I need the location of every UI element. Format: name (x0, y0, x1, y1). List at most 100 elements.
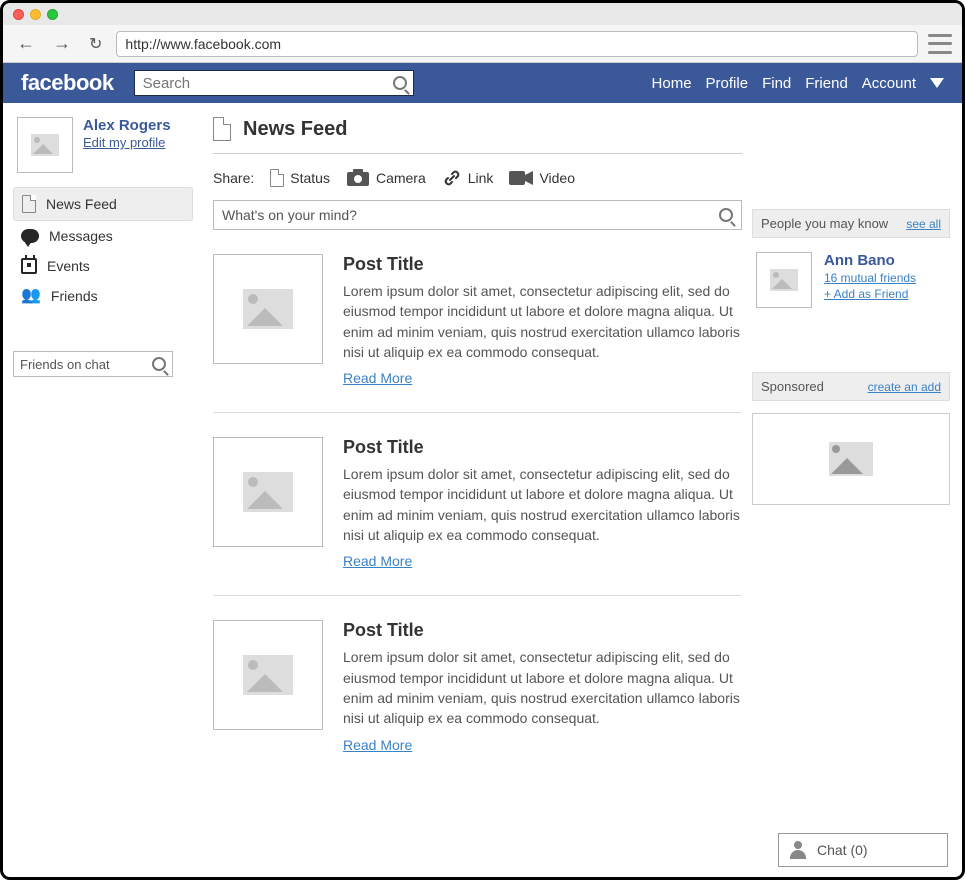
share-option-label: Video (539, 170, 575, 186)
see-all-link[interactable]: see all (906, 217, 941, 231)
page-title: News Feed (243, 118, 347, 141)
post-title: Post Title (343, 437, 742, 458)
friend-suggestion: Ann Bano 16 mutual friends + Add as Frie… (752, 238, 950, 322)
right-sidebar: People you may know see all Ann Bano 16 … (752, 103, 962, 874)
browser-toolbar: ← → ↻ http://www.facebook.com (3, 25, 962, 63)
content-area: Alex Rogers Edit my profile News Feed Me… (3, 103, 962, 874)
document-icon (270, 169, 284, 187)
share-link[interactable]: Link (442, 168, 494, 188)
read-more-link[interactable]: Read More (343, 370, 412, 386)
friends-chat-search[interactable]: Friends on chat (13, 351, 173, 377)
document-icon (213, 117, 231, 141)
back-button[interactable]: ← (13, 33, 39, 54)
post-body: Post Title Lorem ipsum dolor sit amet, c… (343, 254, 742, 388)
image-placeholder-icon (829, 442, 873, 476)
pymk-title: People you may know (761, 216, 888, 231)
left-sidebar: Alex Rogers Edit my profile News Feed Me… (3, 103, 203, 874)
share-row: Share: Status Camera Link Video (213, 154, 742, 196)
image-placeholder-icon (243, 655, 293, 695)
person-icon (789, 841, 807, 859)
sidenav-label: Events (47, 258, 90, 274)
search-icon[interactable] (393, 76, 407, 90)
status-placeholder: What's on your mind? (222, 207, 719, 223)
sponsored-header: Sponsored create an add (752, 372, 950, 401)
reload-button[interactable]: ↻ (85, 34, 106, 54)
sidenav-label: Friends (51, 288, 98, 304)
nav-find[interactable]: Find (762, 75, 791, 92)
minimize-window-button[interactable] (30, 9, 41, 20)
image-placeholder-icon (243, 472, 293, 512)
calendar-icon (21, 258, 37, 274)
feed-post: Post Title Lorem ipsum dolor sit amet, c… (213, 413, 742, 596)
post-body: Post Title Lorem ipsum dolor sit amet, c… (343, 437, 742, 571)
app-topbar: facebook Home Profile Find Friend Accoun… (3, 63, 962, 103)
share-option-label: Link (468, 170, 494, 186)
nav-home[interactable]: Home (652, 75, 692, 92)
image-placeholder-icon (243, 289, 293, 329)
chat-search-placeholder: Friends on chat (20, 357, 152, 372)
chat-bar[interactable]: Chat (0) (778, 833, 948, 867)
post-title: Post Title (343, 620, 742, 641)
close-window-button[interactable] (13, 9, 24, 20)
search-icon[interactable] (719, 208, 733, 222)
mutual-friends-link[interactable]: 16 mutual friends (824, 271, 916, 285)
sidenav-events[interactable]: Events (13, 251, 193, 281)
maximize-window-button[interactable] (47, 9, 58, 20)
share-option-label: Status (290, 170, 330, 186)
ad-placeholder[interactable] (752, 413, 950, 505)
profile-thumb[interactable] (17, 117, 73, 173)
sidenav-friends[interactable]: 👥 Friends (13, 281, 193, 311)
nav-friend[interactable]: Friend (805, 75, 848, 92)
video-icon (509, 170, 533, 186)
top-nav: Home Profile Find Friend Account (652, 75, 944, 92)
post-thumb[interactable] (213, 437, 323, 547)
status-input[interactable]: What's on your mind? (213, 200, 742, 230)
read-more-link[interactable]: Read More (343, 737, 412, 753)
profile-block: Alex Rogers Edit my profile (13, 117, 193, 173)
post-text: Lorem ipsum dolor sit amet, consectetur … (343, 647, 742, 728)
post-text: Lorem ipsum dolor sit amet, consectetur … (343, 281, 742, 362)
forward-button[interactable]: → (49, 33, 75, 54)
search-input[interactable] (134, 70, 414, 96)
image-placeholder-icon (770, 269, 798, 291)
window-titlebar (3, 3, 962, 25)
friends-icon: 👥 (21, 288, 41, 304)
suggestion-thumb[interactable] (756, 252, 812, 308)
sponsored-title: Sponsored (761, 379, 824, 394)
image-placeholder-icon (31, 134, 59, 156)
url-bar[interactable]: http://www.facebook.com (116, 31, 918, 57)
sidenav-messages[interactable]: Messages (13, 221, 193, 251)
share-option-label: Camera (376, 170, 426, 186)
messages-icon (21, 229, 39, 243)
post-text: Lorem ipsum dolor sit amet, consectetur … (343, 464, 742, 545)
add-friend-link[interactable]: + Add as Friend (824, 287, 916, 301)
post-thumb[interactable] (213, 254, 323, 364)
create-ad-link[interactable]: create an add (868, 380, 941, 394)
share-status[interactable]: Status (270, 169, 330, 187)
share-video[interactable]: Video (509, 170, 575, 186)
menu-icon[interactable] (928, 34, 952, 54)
sidenav-label: News Feed (46, 196, 117, 212)
post-thumb[interactable] (213, 620, 323, 730)
logo[interactable]: facebook (21, 70, 114, 96)
sidenav-news-feed[interactable]: News Feed (13, 187, 193, 221)
share-label: Share: (213, 170, 254, 186)
search-field[interactable] (141, 73, 393, 94)
pymk-header: People you may know see all (752, 209, 950, 238)
feed-post: Post Title Lorem ipsum dolor sit amet, c… (213, 230, 742, 413)
nav-profile[interactable]: Profile (706, 75, 749, 92)
feed-column: News Feed Share: Status Camera Link Vide… (203, 103, 752, 874)
suggestion-name[interactable]: Ann Bano (824, 252, 916, 269)
share-camera[interactable]: Camera (346, 169, 426, 187)
edit-profile-link[interactable]: Edit my profile (83, 135, 165, 150)
post-title: Post Title (343, 254, 742, 275)
search-icon[interactable] (152, 357, 166, 371)
profile-name[interactable]: Alex Rogers (83, 117, 171, 134)
chat-label: Chat (0) (817, 842, 868, 858)
nav-account[interactable]: Account (862, 75, 916, 92)
camera-icon (346, 169, 370, 187)
sidenav-label: Messages (49, 228, 113, 244)
account-dropdown-icon[interactable] (930, 78, 944, 88)
browser-window: ← → ↻ http://www.facebook.com facebook H… (0, 0, 965, 880)
read-more-link[interactable]: Read More (343, 553, 412, 569)
